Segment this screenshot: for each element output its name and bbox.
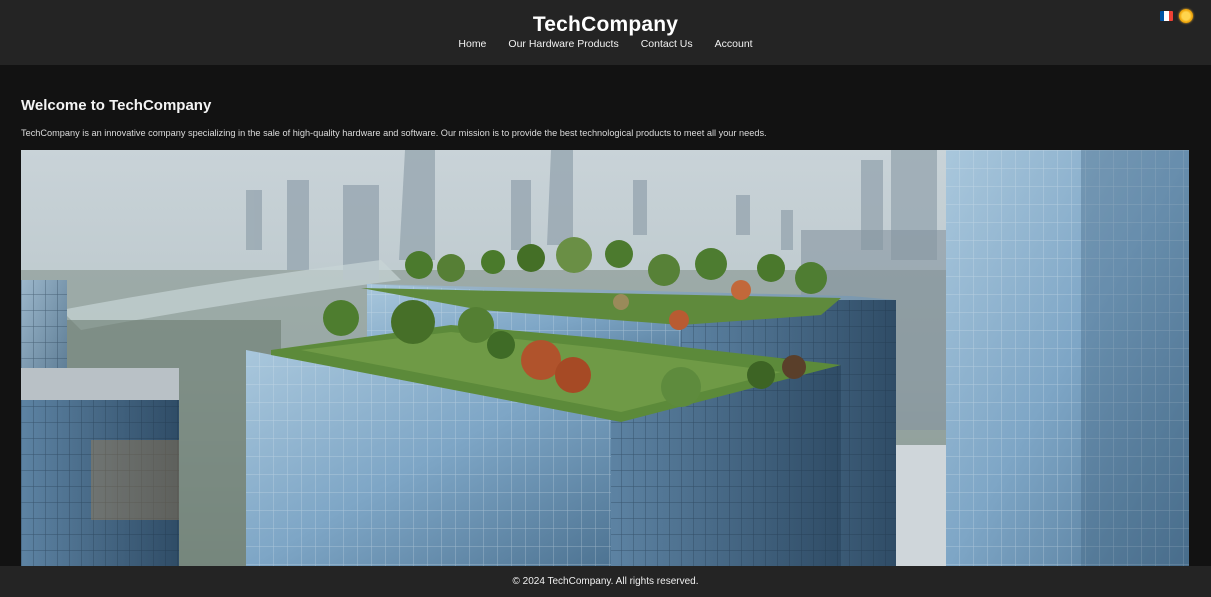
main-nav: Home Our Hardware Products Contact Us Ac… (0, 38, 1211, 50)
sun-icon[interactable] (1179, 9, 1193, 23)
nav-home-link[interactable]: Home (458, 38, 486, 50)
welcome-heading: Welcome to TechCompany (21, 97, 212, 114)
french-flag-icon[interactable] (1160, 11, 1173, 21)
nav-hardware-products-link[interactable]: Our Hardware Products (508, 38, 618, 50)
nav-contact-link[interactable]: Contact Us (641, 38, 693, 50)
nav-account-link[interactable]: Account (715, 38, 753, 50)
copyright-text: © 2024 TechCompany. All rights reserved. (512, 576, 699, 587)
site-header: TechCompany Home Our Hardware Products C… (0, 0, 1211, 65)
brand-title: TechCompany (532, 13, 679, 36)
intro-paragraph: TechCompany is an innovative company spe… (21, 128, 767, 138)
hero-image (21, 150, 1189, 566)
site-footer: © 2024 TechCompany. All rights reserved. (0, 566, 1211, 597)
header-actions (1160, 9, 1193, 23)
